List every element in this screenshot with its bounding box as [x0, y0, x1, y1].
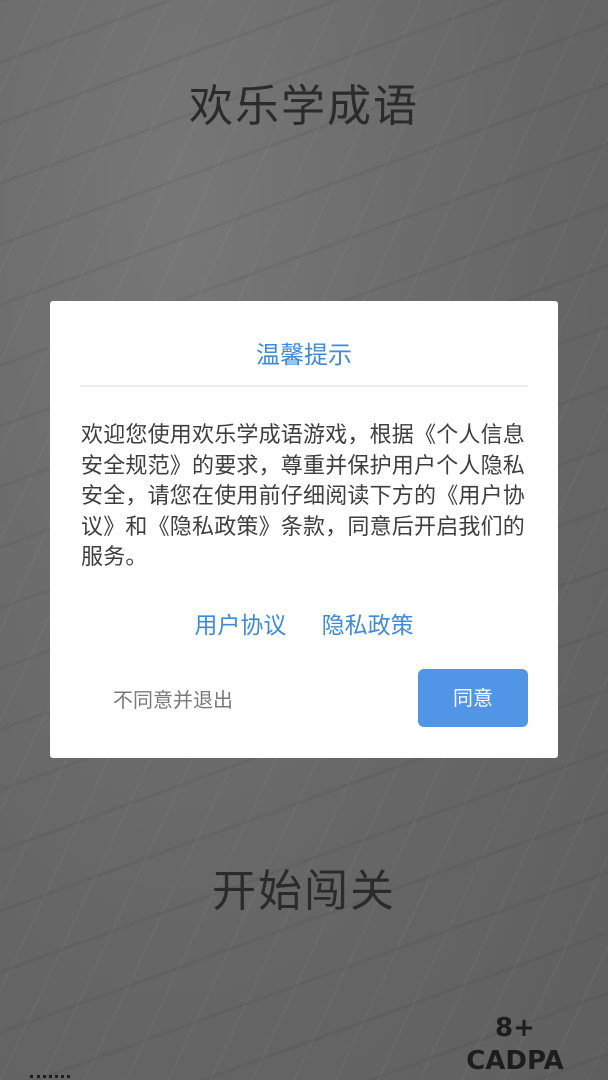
dialog-divider: [80, 385, 528, 387]
agree-button[interactable]: 同意: [418, 669, 528, 727]
policy-links: 用户协议 隐私政策: [50, 606, 558, 640]
age-rating-badge: 8+ CADPA: [466, 1012, 564, 1078]
privacy-dialog: 温馨提示 欢迎您使用欢乐学成语游戏，根据《个人信息安全规范》的要求，尊重并保护用…: [50, 301, 558, 758]
decline-button[interactable]: 不同意并退出: [113, 684, 233, 713]
age-rating: 8+: [495, 1013, 535, 1043]
user-agreement-link[interactable]: 用户协议: [194, 613, 286, 639]
start-game-button[interactable]: 开始闯关: [154, 860, 454, 924]
dialog-title: 温馨提示: [256, 341, 352, 369]
app-title: 欢乐学成语: [189, 81, 419, 132]
corner-mark: [30, 1075, 70, 1080]
rating-org: CADPA: [466, 1046, 564, 1076]
dialog-body-text: 欢迎您使用欢乐学成语游戏，根据《个人信息安全规范》的要求，尊重并保护用户个人隐私…: [81, 423, 526, 570]
privacy-policy-link[interactable]: 隐私政策: [322, 613, 414, 639]
